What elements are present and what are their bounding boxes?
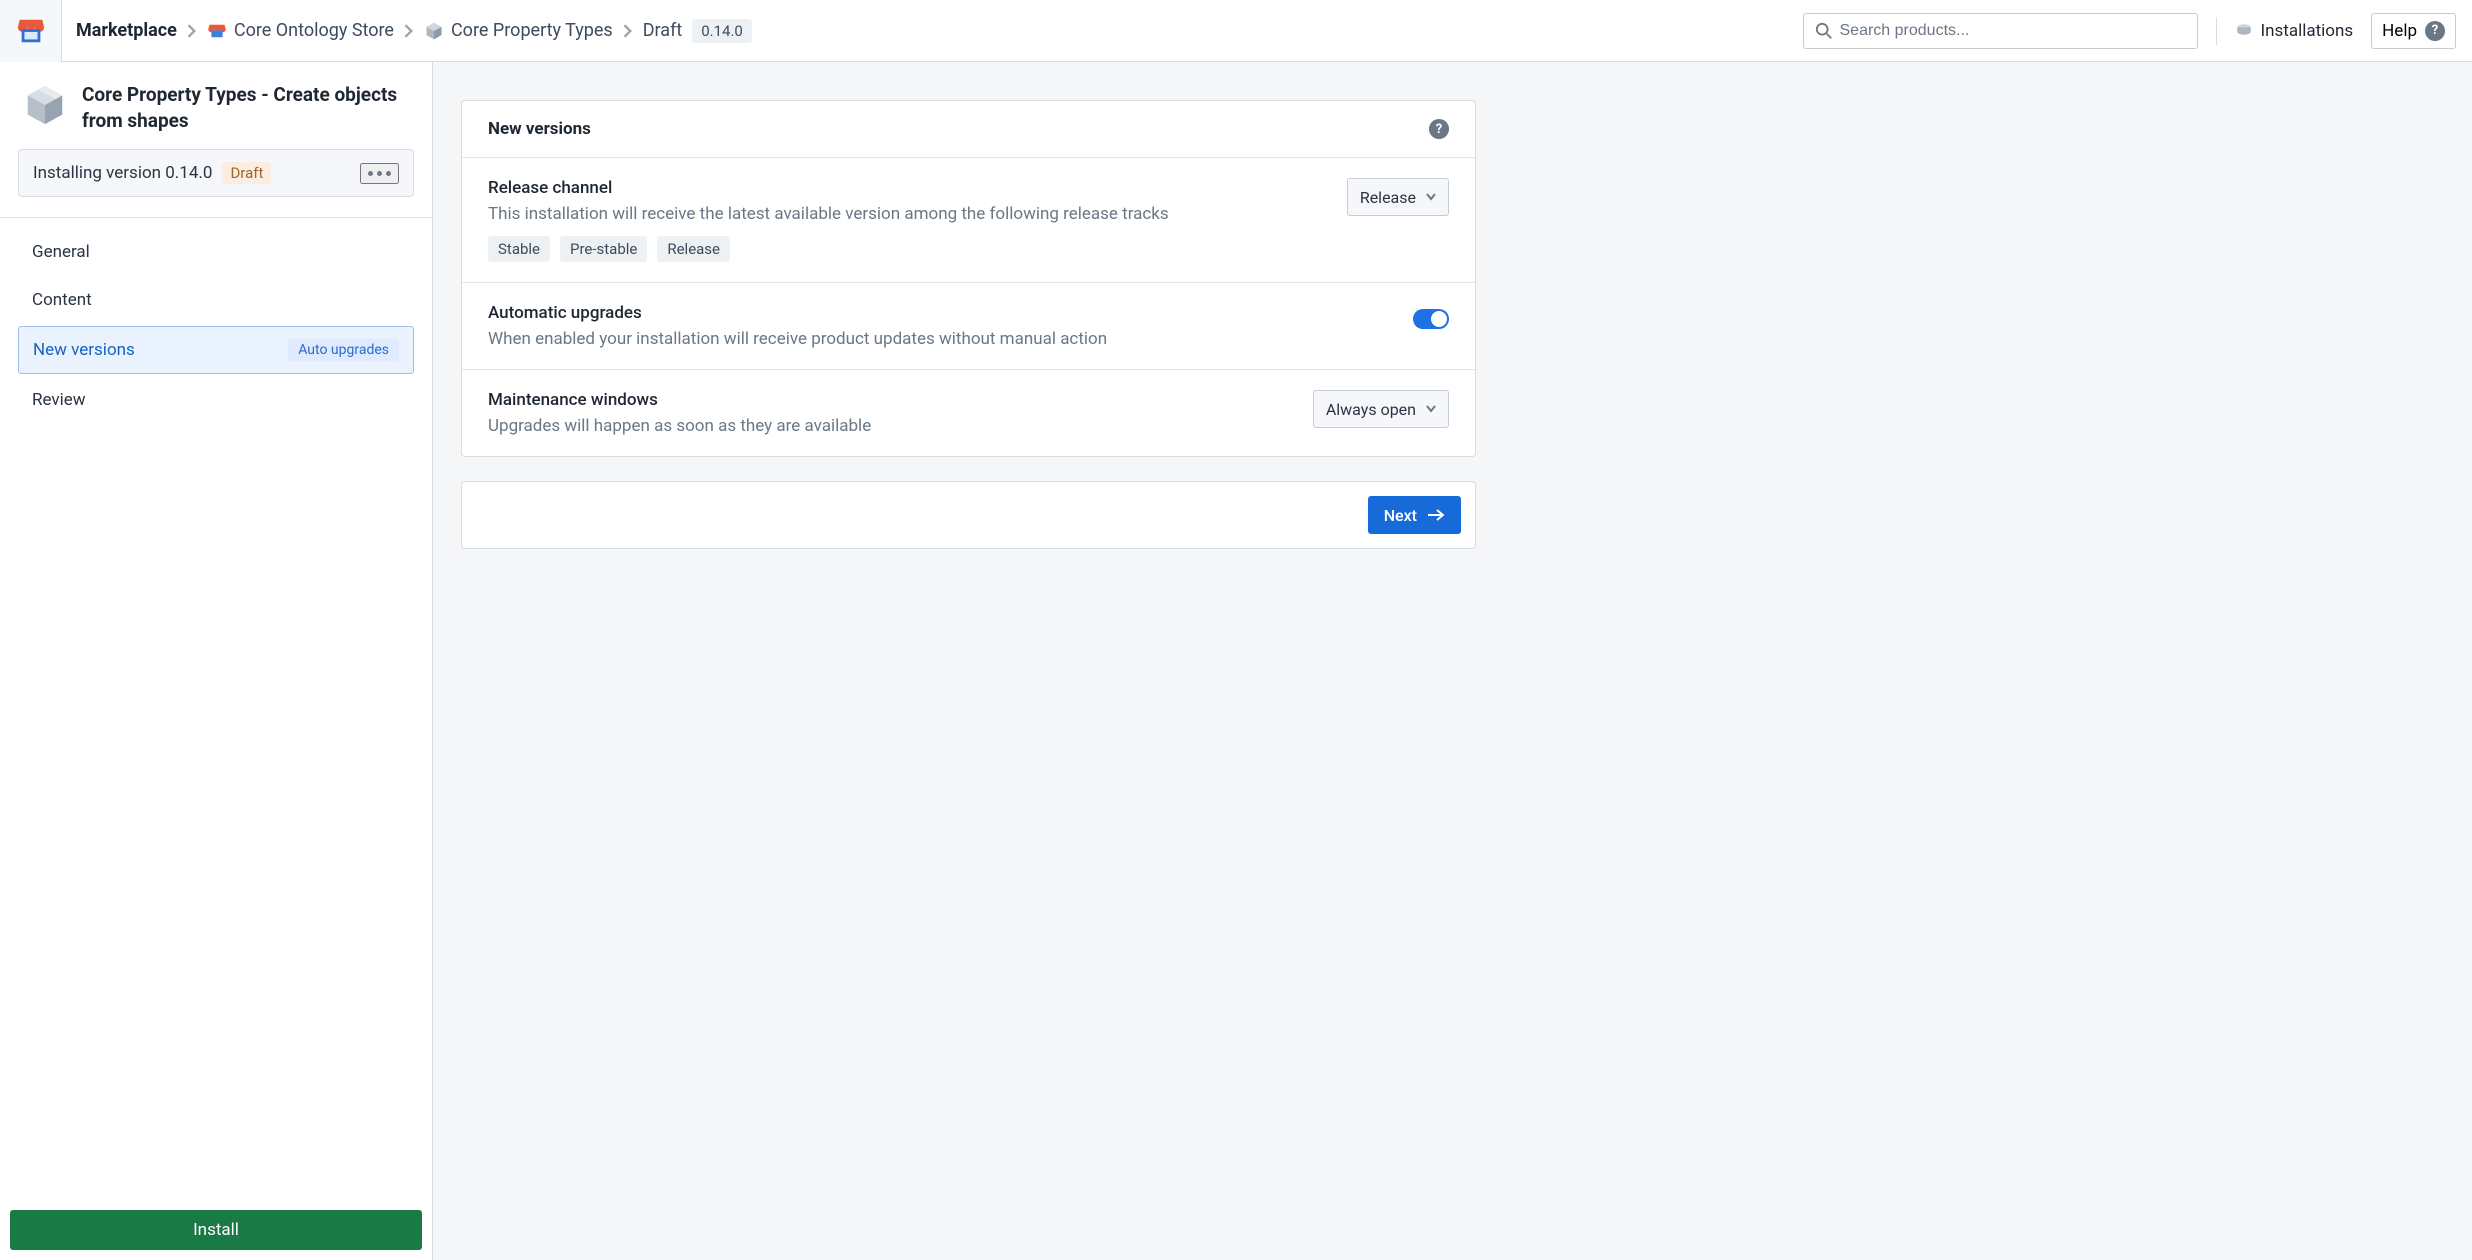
footer-actions: Next — [461, 481, 1476, 549]
release-channel-select[interactable]: Release — [1347, 178, 1449, 216]
installations-link[interactable]: Installations — [2235, 21, 2354, 41]
breadcrumb-item-draft[interactable]: Draft — [643, 20, 683, 41]
next-button[interactable]: Next — [1368, 496, 1461, 534]
installations-label: Installations — [2261, 21, 2354, 41]
marketplace-icon — [16, 16, 46, 46]
help-icon: ? — [2425, 21, 2445, 41]
install-status-card: Installing version 0.14.0 Draft — [18, 149, 414, 197]
version-badge: 0.14.0 — [692, 19, 752, 43]
install-button[interactable]: Install — [10, 1210, 422, 1250]
main-content: New versions ? Release channel This inst… — [433, 62, 2472, 1260]
sidebar-item-general[interactable]: General — [18, 230, 414, 274]
package-icon — [22, 82, 68, 133]
section-release-channel: Release channel This installation will r… — [462, 158, 1475, 283]
sidebar-item-label: General — [32, 242, 90, 262]
chip-release: Release — [657, 236, 730, 262]
select-value: Release — [1360, 188, 1416, 207]
more-actions-button[interactable] — [360, 163, 399, 184]
help-button[interactable]: Help ? — [2371, 13, 2456, 49]
card-help-icon[interactable]: ? — [1429, 119, 1449, 139]
search-field — [1803, 13, 2198, 49]
disk-icon — [2235, 22, 2253, 40]
sidebar-item-label: Review — [32, 390, 86, 410]
section-maintenance-windows: Maintenance windows Upgrades will happen… — [462, 370, 1475, 456]
store-icon — [207, 21, 227, 41]
chevron-down-icon — [1426, 405, 1436, 413]
breadcrumb-item-store[interactable]: Core Ontology Store — [207, 20, 394, 41]
next-label: Next — [1384, 506, 1417, 525]
divider — [2216, 17, 2217, 45]
help-icon: ? — [1429, 119, 1449, 139]
status-badge: Draft — [222, 162, 271, 184]
auto-upgrades-toggle[interactable] — [1413, 309, 1449, 329]
sidebar-item-badge: Auto upgrades — [288, 339, 399, 361]
breadcrumb-label: Draft — [643, 20, 683, 41]
chevron-right-icon — [623, 24, 633, 38]
section-title: Release channel — [488, 178, 1347, 198]
sidebar-item-new-versions[interactable]: New versions Auto upgrades — [18, 326, 414, 374]
sidebar-nav: General Content New versions Auto upgrad… — [0, 224, 432, 422]
breadcrumb-root[interactable]: Marketplace — [76, 20, 177, 41]
search-input[interactable] — [1803, 13, 2198, 49]
breadcrumb-label: Core Ontology Store — [234, 20, 394, 41]
section-description: When enabled your installation will rece… — [488, 329, 1413, 349]
release-tracks: Stable Pre-stable Release — [488, 236, 1347, 262]
breadcrumb: Marketplace Core Ontology Store Core Pro… — [62, 19, 766, 43]
chip-pre-stable: Pre-stable — [560, 236, 647, 262]
chip-stable: Stable — [488, 236, 550, 262]
chevron-down-icon — [1426, 193, 1436, 201]
sidebar-item-label: Content — [32, 290, 92, 310]
breadcrumb-item-product[interactable]: Core Property Types — [424, 20, 613, 41]
section-title: Maintenance windows — [488, 390, 1313, 410]
sidebar-item-content[interactable]: Content — [18, 278, 414, 322]
select-value: Always open — [1326, 400, 1416, 419]
cube-icon — [424, 21, 444, 41]
sidebar: Core Property Types - Create objects fro… — [0, 62, 433, 1260]
toggle-knob — [1431, 311, 1447, 327]
divider — [0, 217, 432, 218]
breadcrumb-label: Core Property Types — [451, 20, 613, 41]
chevron-right-icon — [404, 24, 414, 38]
chevron-right-icon — [187, 24, 197, 38]
section-description: This installation will receive the lates… — [488, 204, 1347, 224]
sidebar-item-review[interactable]: Review — [18, 378, 414, 422]
maintenance-window-select[interactable]: Always open — [1313, 390, 1449, 428]
page-title: Core Property Types - Create objects fro… — [82, 82, 414, 133]
section-title: Automatic upgrades — [488, 303, 1413, 323]
arrow-right-icon — [1427, 508, 1445, 522]
dots-icon — [368, 171, 373, 176]
app-logo[interactable] — [0, 0, 62, 62]
new-versions-card: New versions ? Release channel This inst… — [461, 100, 1476, 457]
section-automatic-upgrades: Automatic upgrades When enabled your ins… — [462, 283, 1475, 370]
install-status-text: Installing version 0.14.0 — [33, 163, 212, 183]
card-title: New versions — [488, 119, 591, 139]
section-description: Upgrades will happen as soon as they are… — [488, 416, 1313, 436]
topbar: Marketplace Core Ontology Store Core Pro… — [0, 0, 2472, 62]
help-label: Help — [2382, 21, 2417, 41]
sidebar-item-label: New versions — [33, 340, 135, 360]
